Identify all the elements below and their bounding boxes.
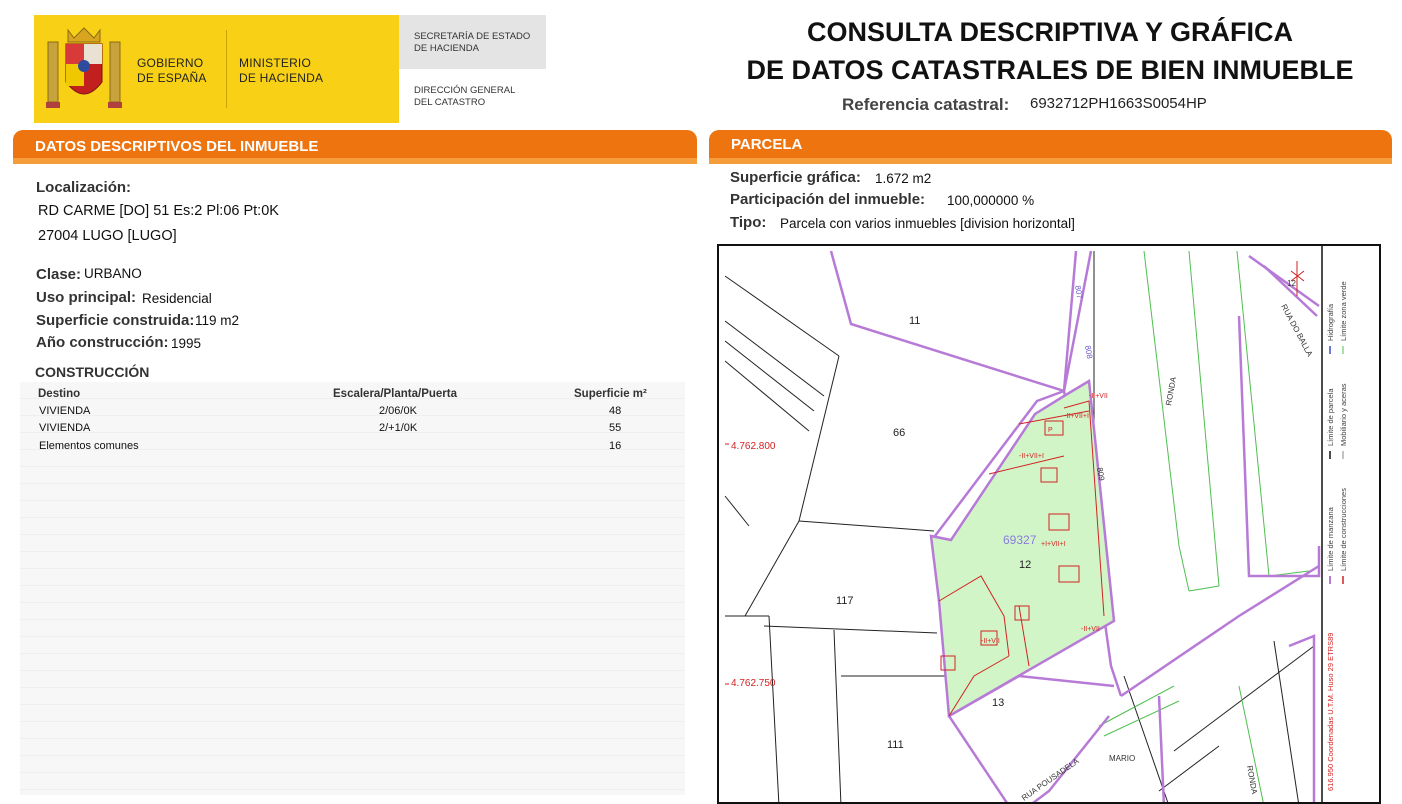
svg-text:Límite de parcela: Límite de parcela bbox=[1326, 388, 1335, 446]
cadastral-map[interactable]: -II+VII -II+VII+I -II+VII+I +I+VII+I -II… bbox=[717, 244, 1381, 804]
table-row-2-superficie: 55 bbox=[609, 422, 622, 434]
map-legend: Límite de manzana Límite de parcela Hidr… bbox=[1326, 281, 1348, 791]
green-zone-lines bbox=[1098, 250, 1310, 802]
clase-value: URBANO bbox=[84, 266, 142, 281]
road-numbers: 807 808 809 12 bbox=[1073, 279, 1296, 482]
svg-text:807: 807 bbox=[1073, 285, 1084, 300]
ref-catastral-value: 6932712PH1663S0054HP bbox=[1030, 95, 1207, 112]
svg-text:-II+VII: -II+VII bbox=[1081, 626, 1100, 633]
datos-descriptivos-title: DATOS DESCRIPTIVOS DEL INMUEBLE bbox=[35, 138, 319, 155]
svg-text:Mobiliario y aceras: Mobiliario y aceras bbox=[1339, 383, 1348, 446]
svg-text:RUA POUSADELA: RUA POUSADELA bbox=[1020, 756, 1081, 803]
participacion-label: Participación del inmueble: bbox=[730, 191, 926, 208]
datos-descriptivos-header: DATOS DESCRIPTIVOS DEL INMUEBLE bbox=[13, 130, 697, 164]
table-row-3-destino: Elementos comunes bbox=[39, 440, 139, 452]
svg-text:RONDA: RONDA bbox=[1164, 376, 1178, 407]
svg-text:+I+VII+I: +I+VII+I bbox=[1041, 541, 1066, 548]
parcela-header: PARCELA bbox=[709, 130, 1392, 164]
svg-text:4.762.800: 4.762.800 bbox=[731, 441, 776, 452]
address-line2: 27004 LUGO [LUGO] bbox=[38, 228, 177, 244]
table-row-1-destino: VIVIENDA bbox=[39, 405, 91, 417]
uso-value: Residencial bbox=[142, 291, 212, 306]
tipo-value: Parcela con varios inmuebles [division h… bbox=[780, 216, 1075, 231]
svg-text:-II+VII+I: -II+VII+I bbox=[1064, 413, 1089, 420]
participacion-value: 100,000000 % bbox=[947, 193, 1035, 208]
cadastral-map-svg: -II+VII -II+VII+I -II+VII+I +I+VII+I -II… bbox=[724, 246, 1348, 803]
svg-text:-II+VII: -II+VII bbox=[981, 638, 1000, 645]
construccion-title: CONSTRUCCIÓN bbox=[35, 364, 150, 380]
uso-label: Uso principal: bbox=[36, 289, 137, 306]
svg-text:4.762.750: 4.762.750 bbox=[731, 678, 776, 689]
secretaria-label: SECRETARÍA DE ESTADO DE HACIENDA bbox=[414, 31, 531, 54]
table-row-1-superficie: 48 bbox=[609, 405, 622, 417]
table-row-2-destino: VIVIENDA bbox=[39, 422, 91, 434]
coat-of-arms-icon bbox=[46, 27, 122, 108]
parcel-ref-label: 69327 bbox=[1003, 533, 1037, 547]
svg-text:11: 11 bbox=[909, 315, 920, 327]
svg-text:616.950 Coordenadas U.T.M. Hus: 616.950 Coordenadas U.T.M. Huso 29 ETRS8… bbox=[1326, 633, 1335, 791]
parcel-12-highlight[interactable] bbox=[929, 378, 1116, 719]
svg-text:117: 117 bbox=[836, 595, 854, 607]
svg-text:13: 13 bbox=[992, 697, 1004, 709]
page-title-line2: DE DATOS CATASTRALES DE BIEN INMUEBLE bbox=[746, 55, 1354, 85]
table-row-3-superficie: 16 bbox=[609, 440, 622, 452]
col-header-escalera: Escalera/Planta/Puerta bbox=[333, 388, 458, 400]
logo-divider bbox=[226, 30, 227, 108]
tipo-label: Tipo: bbox=[730, 214, 767, 231]
table-row-1-escalera: 2/06/0K bbox=[379, 405, 417, 417]
superficie-grafica-value: 1.672 m2 bbox=[875, 171, 932, 186]
parcela-title: PARCELA bbox=[731, 136, 803, 153]
superficie-construida-label: Superficie construida: bbox=[36, 312, 195, 329]
svg-text:Límite de construcciones: Límite de construcciones bbox=[1339, 488, 1348, 571]
ref-catastral-label: Referencia catastral: bbox=[842, 95, 1010, 114]
anio-construccion-value: 1995 bbox=[171, 336, 202, 351]
page-title-line1: CONSULTA DESCRIPTIVA Y GRÁFICA bbox=[806, 17, 1294, 47]
svg-text:66: 66 bbox=[893, 427, 905, 439]
svg-text:MARIO: MARIO bbox=[1109, 754, 1135, 763]
svg-text:Límite zona verde: Límite zona verde bbox=[1339, 281, 1348, 341]
localizacion-label: Localización: bbox=[36, 179, 132, 196]
svg-text:111: 111 bbox=[887, 739, 904, 751]
svg-text:12: 12 bbox=[1019, 559, 1031, 571]
address-line1: RD CARME [DO] 51 Es:2 Pl:06 Pt:0K bbox=[38, 203, 279, 219]
direccion-label: DIRECCIÓN GENERAL DEL CATASTRO bbox=[414, 85, 516, 108]
svg-text:Hidrografía: Hidrografía bbox=[1326, 303, 1335, 341]
svg-text:RUA DO BALLA: RUA DO BALLA bbox=[1279, 303, 1314, 359]
clase-label: Clase: bbox=[36, 266, 82, 283]
svg-text:Límite de manzana: Límite de manzana bbox=[1326, 506, 1335, 571]
svg-text:-II+VII: -II+VII bbox=[1089, 393, 1108, 400]
gobierno-label: GOBIERNO DE ESPAÑA bbox=[137, 56, 207, 85]
svg-text:P: P bbox=[1048, 427, 1053, 434]
ministerio-label: MINISTERIO DE HACIENDA bbox=[239, 56, 324, 85]
col-header-destino: Destino bbox=[38, 388, 81, 400]
svg-text:808: 808 bbox=[1083, 345, 1094, 360]
anio-construccion-label: Año construcción: bbox=[36, 334, 169, 351]
coordinate-labels: 4.762.800 4.762.750 bbox=[731, 441, 776, 689]
col-header-superficie: Superficie m² bbox=[574, 388, 647, 400]
svg-text:-II+VII+I: -II+VII+I bbox=[1019, 453, 1044, 460]
superficie-construida-value: 119 m2 bbox=[195, 313, 240, 328]
table-row-2-escalera: 2/+1/0K bbox=[379, 422, 418, 434]
superficie-grafica-label: Superficie gráfica: bbox=[730, 169, 861, 186]
svg-text:RONDA: RONDA bbox=[1245, 765, 1259, 796]
